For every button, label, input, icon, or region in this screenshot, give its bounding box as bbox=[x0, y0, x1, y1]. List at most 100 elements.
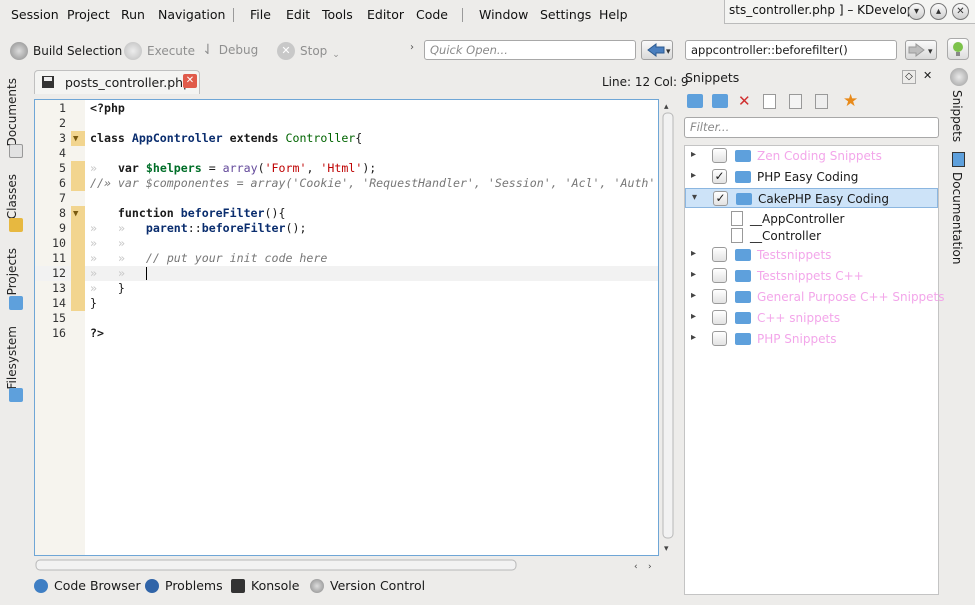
expand-icon[interactable]: ▸ bbox=[691, 311, 696, 322]
menu-code[interactable]: Code bbox=[416, 7, 448, 22]
snippet-repo-php[interactable]: ▸ PHP Snippets bbox=[685, 329, 938, 349]
stop-dropdown-icon[interactable]: ⌄ bbox=[332, 50, 340, 60]
checkbox[interactable] bbox=[712, 289, 727, 304]
tab-problems-label: Problems bbox=[165, 578, 223, 593]
checkbox[interactable] bbox=[712, 268, 727, 283]
menu-editor[interactable]: Editor bbox=[367, 7, 404, 22]
tab-version-control[interactable]: Version Control bbox=[310, 578, 425, 593]
code-line[interactable]: 14} bbox=[35, 296, 658, 311]
window-title: sts_controller.php ] – KDevelop bbox=[729, 3, 915, 17]
menu-session[interactable]: Session bbox=[11, 7, 59, 22]
dock-tab-filesystem[interactable]: Filesystem bbox=[5, 326, 19, 389]
edit-snippet-icon[interactable] bbox=[789, 94, 802, 109]
horizontal-scrollbar[interactable]: ‹ › bbox=[34, 558, 660, 572]
tab-posts-controller[interactable]: posts_controller.php ✕ bbox=[34, 70, 200, 94]
remove-icon[interactable]: ✕ bbox=[738, 92, 751, 110]
menu-help[interactable]: Help bbox=[599, 7, 628, 22]
dock-tab-classes[interactable]: Classes bbox=[5, 174, 19, 219]
checkbox[interactable] bbox=[712, 331, 727, 346]
snippet-item[interactable]: __Controller bbox=[685, 226, 938, 246]
expand-icon[interactable]: ▸ bbox=[691, 290, 696, 301]
edit-repository-icon[interactable] bbox=[712, 94, 728, 108]
execute-button[interactable]: Execute bbox=[124, 42, 195, 60]
code-line[interactable]: 16 ?> bbox=[35, 326, 658, 341]
expand-icon[interactable]: ▸ bbox=[691, 332, 696, 343]
maximize-icon[interactable]: ▴ bbox=[930, 3, 947, 20]
lightbulb-icon[interactable] bbox=[947, 38, 969, 60]
snippet-filter-input[interactable]: Filter... bbox=[684, 117, 939, 138]
expand-icon[interactable]: ▸ bbox=[691, 170, 696, 181]
fold-toggle-icon[interactable]: ▼ bbox=[73, 207, 78, 222]
dock-tab-documents[interactable]: Documents bbox=[5, 78, 19, 146]
menu-settings[interactable]: Settings bbox=[540, 7, 591, 22]
collapse-icon[interactable]: ▾ bbox=[692, 192, 697, 203]
vertical-scrollbar[interactable]: ▴ ▾ bbox=[661, 99, 675, 556]
checkbox[interactable] bbox=[712, 148, 727, 163]
tab-code-browser[interactable]: Code Browser bbox=[34, 578, 141, 593]
expand-icon[interactable]: ▸ bbox=[691, 269, 696, 280]
snippet-repo-cpp[interactable]: ▸ C++ snippets bbox=[685, 308, 938, 328]
dock-tab-documentation[interactable]: Documentation bbox=[950, 172, 964, 265]
snippet-info-icon[interactable] bbox=[815, 94, 828, 109]
checkbox[interactable] bbox=[712, 310, 727, 325]
menu-navigation[interactable]: Navigation bbox=[158, 7, 225, 22]
code-line[interactable]: 1 <?php bbox=[35, 101, 658, 116]
code-line[interactable]: 15 bbox=[35, 311, 658, 326]
expand-icon[interactable]: ▸ bbox=[691, 149, 696, 160]
stop-button[interactable]: ✕ Stop ⌄ bbox=[277, 42, 340, 60]
code-line[interactable]: 6 //» var $componentes = array('Cookie', … bbox=[35, 176, 658, 191]
dock-tab-projects[interactable]: Projects bbox=[5, 248, 19, 295]
float-panel-icon[interactable]: ◇ bbox=[902, 70, 916, 84]
code-line[interactable]: 3 ▼ class AppController extends Controller… bbox=[35, 131, 658, 146]
code-line[interactable]: 12 » » bbox=[35, 266, 658, 281]
menu-run[interactable]: Run bbox=[121, 7, 145, 22]
code-line[interactable]: 13 » } bbox=[35, 281, 658, 296]
add-snippet-icon[interactable] bbox=[763, 94, 776, 109]
dock-tab-snippets[interactable]: Snippets bbox=[950, 90, 964, 142]
fold-toggle-icon[interactable]: ▼ bbox=[73, 132, 78, 147]
menu-project[interactable]: Project bbox=[67, 7, 110, 22]
checkbox-checked[interactable]: ✓ bbox=[712, 169, 727, 184]
quick-open-input[interactable]: Quick Open... bbox=[424, 40, 636, 60]
tab-problems[interactable]: Problems bbox=[145, 578, 223, 593]
code-line[interactable]: 11 » » // put your init code here bbox=[35, 251, 658, 266]
forward-button[interactable]: ▾ bbox=[905, 40, 937, 60]
debug-button[interactable]: ⇃ Debug bbox=[202, 42, 258, 58]
toolbar-more-icon[interactable]: › bbox=[410, 42, 414, 53]
snippet-repo-php-easy[interactable]: ▸ ✓ PHP Easy Coding bbox=[685, 167, 938, 187]
build-selection-button[interactable]: Build Selection bbox=[10, 42, 122, 60]
code-line[interactable]: 5 » var $helpers = array('Form', 'Html'); bbox=[35, 161, 658, 176]
snippet-repo-general-cpp[interactable]: ▸ General Purpose C++ Snippets bbox=[685, 287, 945, 307]
snippet-repo-zen[interactable]: ▸ Zen Coding Snippets bbox=[685, 146, 938, 166]
snippet-repo-testsnippets[interactable]: ▸ Testsnippets bbox=[685, 245, 938, 265]
code-line[interactable]: 8 ▼ function beforeFilter(){ bbox=[35, 206, 658, 221]
snippet-repo-cakephp[interactable]: ▾ ✓ CakePHP Easy Coding bbox=[685, 188, 938, 208]
context-browser-input[interactable]: appcontroller::beforefilter() bbox=[685, 40, 897, 60]
code-text: <?php bbox=[90, 101, 125, 115]
code-line[interactable]: 2 bbox=[35, 116, 658, 131]
minimize-icon[interactable]: ▾ bbox=[908, 3, 925, 20]
checkbox[interactable] bbox=[712, 247, 727, 262]
checkbox-checked[interactable]: ✓ bbox=[713, 191, 728, 206]
modified-line-marker: ▼ bbox=[71, 206, 85, 221]
arrow-right-icon: ▾ bbox=[908, 43, 933, 57]
stop-label: Stop bbox=[300, 44, 328, 58]
back-button[interactable]: ▾ bbox=[641, 40, 673, 60]
code-editor[interactable]: 1 <?php 2 3 ▼ class AppController extends Con… bbox=[34, 99, 659, 556]
code-line[interactable]: 9 » » parent::beforeFilter(); bbox=[35, 221, 658, 236]
code-line[interactable]: 4 bbox=[35, 146, 658, 161]
menu-tools[interactable]: Tools bbox=[322, 7, 353, 22]
tab-konsole[interactable]: Konsole bbox=[231, 578, 299, 593]
menu-file[interactable]: File bbox=[250, 7, 271, 22]
close-tab-icon[interactable]: ✕ bbox=[183, 74, 197, 88]
close-panel-icon[interactable]: ✕ bbox=[923, 69, 932, 82]
star-icon[interactable]: ★ bbox=[843, 91, 858, 111]
snippet-repo-testsnippets-cpp[interactable]: ▸ Testsnippets C++ bbox=[685, 266, 938, 286]
menu-edit[interactable]: Edit bbox=[286, 7, 310, 22]
menu-window[interactable]: Window bbox=[479, 7, 528, 22]
close-icon[interactable]: ✕ bbox=[952, 3, 969, 20]
code-line[interactable]: 10 » » bbox=[35, 236, 658, 251]
code-line[interactable]: 7 bbox=[35, 191, 658, 206]
expand-icon[interactable]: ▸ bbox=[691, 248, 696, 259]
add-repository-icon[interactable] bbox=[687, 94, 703, 108]
